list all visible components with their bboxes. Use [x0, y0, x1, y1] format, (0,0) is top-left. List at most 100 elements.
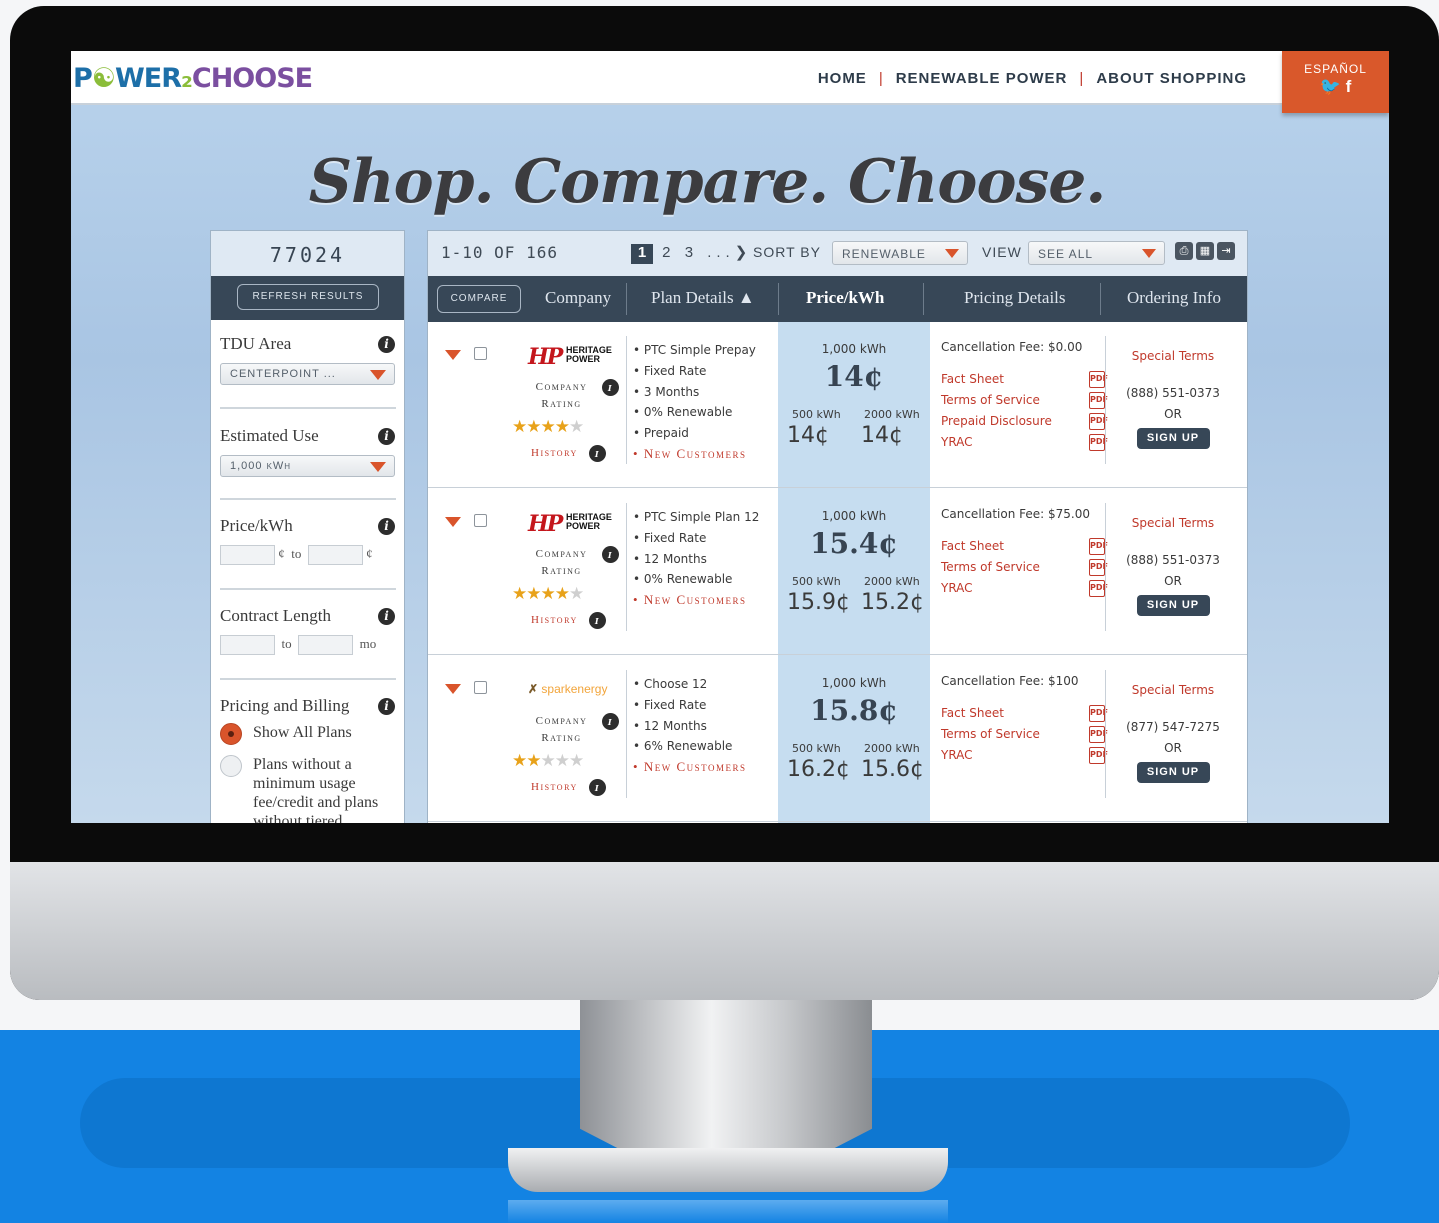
pagination: 1 2 3 ...❯: [631, 243, 752, 264]
site-logo[interactable]: P☯WER₂CHOOSE: [73, 63, 313, 94]
info-icon[interactable]: i: [602, 546, 619, 563]
special-terms-link[interactable]: Special Terms: [1118, 516, 1228, 530]
results-toolbar: 1-10 OF 166 1 2 3 ...❯ SORT BY RENEWABLE…: [428, 231, 1247, 276]
price-max-input[interactable]: [307, 545, 363, 565]
estimated-use-filter: Estimated Use i 1,000 kWh: [220, 426, 396, 477]
column-divider: [626, 283, 627, 315]
fact-sheet-link[interactable]: Fact Sheet PDF: [941, 536, 1111, 557]
star-empty-icon: ★: [569, 417, 584, 437]
espanol-link[interactable]: ESPAÑOL: [1282, 51, 1389, 76]
browser-screen: P☯WER₂CHOOSE HOME | RENEWABLE POWER | AB…: [71, 51, 1389, 823]
info-icon[interactable]: i: [589, 612, 606, 629]
new-customers-link[interactable]: New Customers: [644, 592, 747, 607]
radio-selected[interactable]: [220, 723, 242, 745]
compare-button[interactable]: COMPARE: [437, 285, 521, 313]
company-logo[interactable]: ✗ sparkenergy: [528, 678, 618, 702]
stand-reflection: [508, 1200, 948, 1223]
info-icon[interactable]: i: [378, 698, 395, 715]
terms-link[interactable]: Terms of Service PDF: [941, 557, 1111, 578]
column-divider: [923, 283, 924, 315]
company-logo[interactable]: HP HERITAGE POWER: [528, 344, 618, 370]
contract-min-input[interactable]: [220, 635, 275, 655]
export-icon[interactable]: ⇥: [1217, 242, 1235, 260]
nav-about-shopping[interactable]: ABOUT SHOPPING: [1096, 70, 1247, 87]
nav-renewable-power[interactable]: RENEWABLE POWER: [896, 70, 1068, 87]
yrac-link[interactable]: YRAC PDF: [941, 578, 1111, 599]
column-price[interactable]: Price/kWh: [806, 288, 884, 308]
star-filled-icon: ★: [512, 751, 527, 771]
view-label: VIEW: [982, 244, 1022, 260]
new-customers-link[interactable]: New Customers: [644, 446, 747, 461]
price-1000: 15.8¢: [810, 694, 898, 727]
info-icon[interactable]: i: [378, 428, 395, 445]
info-icon[interactable]: i: [378, 518, 395, 535]
terms-link[interactable]: Terms of Service PDF: [941, 724, 1111, 745]
print-icon[interactable]: ⎙: [1175, 242, 1193, 260]
radio-unselected[interactable]: [220, 755, 242, 777]
prepaid-disclosure-link[interactable]: Prepaid Disclosure PDF: [941, 411, 1111, 432]
history-link[interactable]: History i: [531, 445, 606, 462]
info-icon[interactable]: i: [602, 379, 619, 396]
fact-sheet-link[interactable]: Fact Sheet PDF: [941, 703, 1111, 724]
refresh-results-button[interactable]: REFRESH RESULTS: [237, 284, 379, 310]
tdu-area-select[interactable]: CENTERPOINT ...: [220, 363, 395, 385]
yrac-link[interactable]: YRAC PDF: [941, 432, 1111, 453]
page-1[interactable]: 1: [631, 244, 653, 264]
info-icon[interactable]: i: [602, 713, 619, 730]
terms-link[interactable]: Terms of Service PDF: [941, 390, 1111, 411]
pricing-details: Cancellation Fee: $100 Fact Sheet PDF Ter…: [941, 674, 1111, 766]
price-min-input[interactable]: [220, 545, 275, 565]
next-page-icon[interactable]: ❯: [735, 244, 753, 261]
billing-option-no-minimum[interactable]: Plans without a minimum usage fee/credit…: [220, 755, 391, 823]
special-terms-link[interactable]: Special Terms: [1118, 683, 1228, 697]
chevron-down-icon: [370, 462, 386, 472]
info-icon[interactable]: i: [378, 608, 395, 625]
fact-sheet-link[interactable]: Fact Sheet PDF: [941, 369, 1111, 390]
excel-icon[interactable]: ▦: [1196, 242, 1214, 260]
zip-code[interactable]: 77024: [211, 231, 404, 276]
view-select[interactable]: SEE ALL: [1028, 241, 1165, 265]
expand-chevron-icon[interactable]: [445, 517, 461, 527]
info-icon[interactable]: i: [589, 779, 606, 796]
column-pricing-details[interactable]: Pricing Details: [964, 288, 1066, 308]
compare-checkbox[interactable]: [474, 681, 487, 694]
pdf-icon: PDF: [1089, 413, 1108, 430]
contract-max-input[interactable]: [298, 635, 354, 655]
history-link[interactable]: History i: [531, 779, 606, 796]
info-icon[interactable]: i: [589, 445, 606, 462]
yrac-link[interactable]: YRAC PDF: [941, 745, 1111, 766]
compare-checkbox[interactable]: [474, 347, 487, 360]
cell-divider: [626, 336, 627, 464]
column-ordering-info[interactable]: Ordering Info: [1127, 288, 1221, 308]
column-company[interactable]: Company: [545, 288, 611, 308]
compare-checkbox[interactable]: [474, 514, 487, 527]
info-icon[interactable]: i: [378, 336, 395, 353]
expand-chevron-icon[interactable]: [445, 350, 461, 360]
facebook-icon[interactable]: f: [1346, 77, 1352, 96]
page-2[interactable]: 2: [662, 244, 675, 261]
twitter-icon[interactable]: 🐦: [1320, 77, 1341, 96]
export-tools: ⎙ ▦ ⇥: [1175, 242, 1235, 260]
estimated-use-select[interactable]: 1,000 kWh: [220, 455, 395, 477]
company-logo[interactable]: HP HERITAGE POWER: [528, 511, 618, 537]
billing-option-all[interactable]: Show All Plans: [220, 723, 391, 745]
main-nav: HOME | RENEWABLE POWER | ABOUT SHOPPING: [818, 70, 1247, 87]
sign-up-button[interactable]: SIGN UP: [1136, 762, 1210, 783]
pdf-icon: PDF: [1089, 371, 1108, 388]
new-customers-link[interactable]: New Customers: [644, 759, 747, 774]
column-plan-details[interactable]: Plan Details ▲: [651, 288, 755, 308]
expand-chevron-icon[interactable]: [445, 684, 461, 694]
special-terms-link[interactable]: Special Terms: [1118, 349, 1228, 363]
sort-select[interactable]: RENEWABLE: [832, 241, 968, 265]
sign-up-button[interactable]: SIGN UP: [1136, 428, 1210, 449]
history-link[interactable]: History i: [531, 612, 606, 629]
page-3[interactable]: 3: [685, 244, 698, 261]
price-2000: 15.6¢: [861, 757, 924, 782]
pricing-details: Cancellation Fee: $0.00 Fact Sheet PDF Te…: [941, 340, 1111, 453]
page-more[interactable]: ...: [707, 244, 735, 261]
nav-home[interactable]: HOME: [818, 70, 867, 87]
filter-sidebar: 77024 REFRESH RESULTS TDU Area i CENTERP…: [210, 230, 405, 823]
ordering-info: Special Terms (888) 551-0373 OR SIGN UP: [1118, 349, 1228, 449]
star-filled-icon: ★: [554, 417, 570, 437]
sign-up-button[interactable]: SIGN UP: [1136, 595, 1210, 616]
